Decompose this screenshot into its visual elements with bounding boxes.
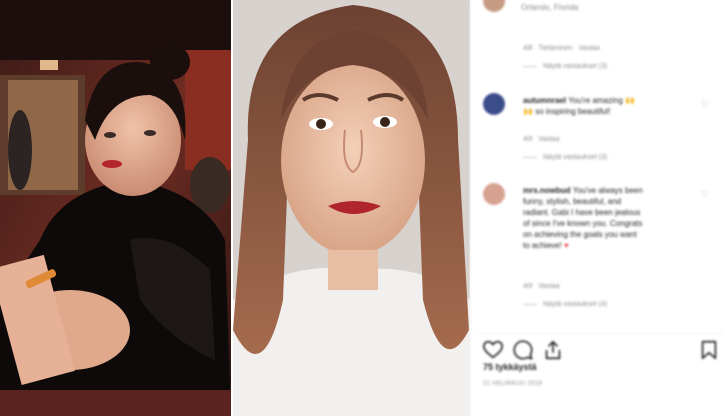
comment-3-view-replies[interactable]: Näytä vastaukset (4) <box>523 301 607 308</box>
comment-2-emoji-2: 🙌 <box>523 107 533 116</box>
photo-before <box>0 0 231 416</box>
bookmark-icon[interactable] <box>698 339 720 361</box>
divider-line <box>523 65 537 67</box>
comment-2-text-2: so inspiring beautiful! <box>535 107 611 116</box>
comment-bubble-icon[interactable] <box>512 339 534 361</box>
post-photo[interactable] <box>0 0 470 416</box>
view-replies-label: Näytä vastaukset (3) <box>543 63 608 70</box>
share-icon[interactable] <box>542 339 564 361</box>
comment-3-meta: 40l Vastaa <box>523 283 559 290</box>
comment-3-body: mrs.nowbud You've always been funny, sty… <box>523 185 698 251</box>
comment-3-line-4: of since I've known you. Congrats <box>523 219 643 228</box>
comment-3-line-6: to achieve! <box>523 241 562 250</box>
photo-before-image <box>0 0 231 416</box>
heart-outline-icon[interactable] <box>482 339 504 361</box>
commenter-avatar-3[interactable] <box>483 183 505 205</box>
comment-3-like-icon[interactable]: ♡ <box>701 189 709 200</box>
comment-3-line-5: on achieving the goals you want <box>523 230 637 239</box>
comment-1-likes: 49l <box>523 45 533 52</box>
divider-line <box>523 303 537 305</box>
photo-after <box>233 0 470 416</box>
comment-2-like-icon[interactable]: ♡ <box>701 99 709 110</box>
comment-2-view-replies[interactable]: Näytä vastaukset (3) <box>523 154 607 161</box>
comment-2-body: autumnrael You're amazing 🙌 🙌 so inspiri… <box>523 95 698 117</box>
commenter-avatar-2[interactable] <box>483 93 505 115</box>
view-replies-label: Näytä vastaukset (3) <box>543 154 608 161</box>
comment-3-reply[interactable]: Vastaa <box>538 283 559 290</box>
view-replies-label: Näytä vastaukset (4) <box>543 301 608 308</box>
comment-1-view-replies[interactable]: Näytä vastaukset (3) <box>523 63 607 70</box>
post-location[interactable]: Orlando, Florida <box>521 3 578 12</box>
comment-3-username[interactable]: mrs.nowbud <box>523 186 571 195</box>
comment-3-heart: ♥ <box>563 241 569 250</box>
comment-3-line-2: funny, stylish, beautiful, and <box>523 197 622 206</box>
comment-3-likes: 40l <box>523 283 533 290</box>
post-action-bar <box>479 333 723 361</box>
comments-panel: Orlando, Florida 49l Tietäminen Vastaa N… <box>470 0 728 416</box>
comment-1-more[interactable]: Vastaa <box>578 45 599 52</box>
comment-2-likes: 40l <box>523 136 533 143</box>
comment-2-reply[interactable]: Vastaa <box>538 136 559 143</box>
comment-3-line-1: You've always been <box>572 186 643 195</box>
divider-line <box>523 156 537 158</box>
poster-avatar[interactable] <box>483 0 505 12</box>
photo-after-image <box>233 0 470 416</box>
comment-2-meta: 40l Vastaa <box>523 136 559 143</box>
comment-3-line-3: radiant. Gabi I have been jealous <box>523 208 641 217</box>
post-date: 21 HELMIKUU 2019 <box>483 381 543 387</box>
likes-count[interactable]: 75 tykkäystä <box>483 362 537 372</box>
comment-2-username[interactable]: autumnrael <box>523 96 566 105</box>
comment-1-reply[interactable]: Tietäminen <box>538 45 572 52</box>
comment-1-meta: 49l Tietäminen Vastaa <box>523 45 600 52</box>
comment-2-emoji-1: 🙌 <box>625 96 636 105</box>
comment-2-text-1: You're amazing <box>568 96 623 105</box>
